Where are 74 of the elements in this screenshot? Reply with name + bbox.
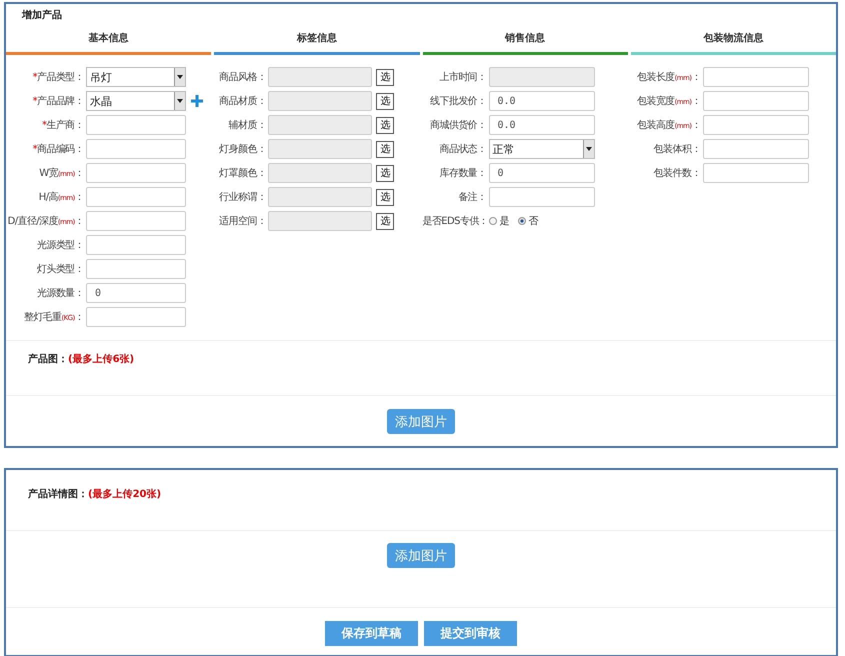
radio-option[interactable]: 否 — [518, 214, 538, 228]
upload-limit-note: (最多上传6张) — [68, 354, 134, 365]
input-field[interactable]: 0.0 — [488, 115, 594, 135]
input-field[interactable] — [86, 163, 186, 183]
section-title: 产品详情图： — [28, 489, 88, 500]
select-button[interactable]: 选 — [376, 116, 394, 134]
input-field[interactable] — [268, 139, 372, 159]
input-field[interactable]: 0 — [86, 283, 186, 303]
input-field[interactable] — [86, 211, 186, 231]
section-header: 标签信息 — [214, 26, 420, 55]
caret-icon — [174, 68, 185, 86]
field-label: 灯身颜色： — [218, 142, 268, 156]
radio-option[interactable]: 是 — [488, 214, 510, 228]
input-field[interactable] — [86, 307, 186, 327]
field-label: 备注： — [457, 190, 488, 204]
input-field[interactable]: 0 — [488, 163, 594, 183]
input-field[interactable] — [488, 187, 594, 207]
field-label: 光源类型： — [36, 238, 85, 252]
input-field[interactable] — [86, 187, 186, 207]
field-label: 商品材质： — [218, 94, 268, 108]
field-label: 辅材质： — [228, 118, 268, 132]
plus-icon[interactable] — [191, 95, 203, 107]
input-field[interactable] — [702, 115, 809, 135]
field-label: *产品类型： — [32, 70, 85, 84]
field-label: 库存数量： — [438, 166, 488, 180]
field-label: 光源数量： — [36, 286, 85, 300]
field-label: 适用空间： — [218, 214, 268, 228]
input-field[interactable] — [702, 67, 809, 87]
section-header: 基本信息 — [6, 26, 212, 55]
field-label: 商城供货价： — [429, 118, 488, 132]
input-field[interactable] — [702, 163, 809, 183]
section-header: 包装物流信息 — [630, 26, 836, 55]
field-label: 上市时间： — [438, 70, 488, 84]
section-header: 销售信息 — [422, 26, 628, 55]
field-label: 包装体积： — [652, 142, 702, 156]
caret-icon — [582, 140, 594, 158]
select-button[interactable]: 选 — [376, 140, 394, 158]
input-field[interactable] — [702, 139, 809, 159]
input-field[interactable]: 0.0 — [488, 91, 594, 111]
dropdown[interactable]: 水晶 — [86, 91, 186, 111]
input-field[interactable] — [268, 115, 372, 135]
input-field[interactable] — [86, 259, 186, 279]
section-title: 产品图： — [28, 354, 68, 365]
field-label: 商品状态： — [438, 142, 488, 156]
field-label: *生产商： — [40, 118, 85, 132]
input-field[interactable] — [86, 139, 186, 159]
input-field[interactable] — [268, 211, 372, 231]
field-label: 包装件数： — [652, 166, 702, 180]
field-label: 是否EDS专供： — [422, 214, 488, 228]
field-label: 商品风格： — [218, 70, 268, 84]
dropdown[interactable]: 吊灯 — [86, 67, 186, 87]
input-field[interactable] — [702, 91, 809, 111]
dropdown[interactable]: 正常 — [488, 139, 594, 159]
input-field[interactable] — [488, 67, 594, 87]
select-button[interactable]: 选 — [376, 92, 394, 110]
field-label: 灯头类型： — [36, 262, 85, 276]
caret-icon — [174, 92, 185, 110]
field-label: 线下批发价： — [429, 94, 488, 108]
select-button[interactable]: 选 — [376, 188, 394, 206]
select-button[interactable]: 选 — [376, 68, 394, 86]
field-label: 灯罩颜色： — [218, 166, 268, 180]
upload-limit-note: (最多上传20张) — [88, 489, 162, 500]
panel-title: 增加产品 — [20, 8, 63, 23]
input-field[interactable] — [268, 67, 372, 87]
input-field[interactable] — [86, 115, 186, 135]
select-button[interactable]: 选 — [376, 164, 394, 182]
input-field[interactable] — [268, 91, 372, 111]
field-label: *商品编码： — [32, 142, 85, 156]
select-button[interactable]: 选 — [376, 212, 394, 230]
input-field[interactable] — [86, 235, 186, 255]
input-field[interactable] — [268, 187, 372, 207]
field-label: 行业称谓： — [218, 190, 268, 204]
field-label: *产品品牌： — [32, 94, 85, 108]
input-field[interactable] — [268, 163, 372, 183]
